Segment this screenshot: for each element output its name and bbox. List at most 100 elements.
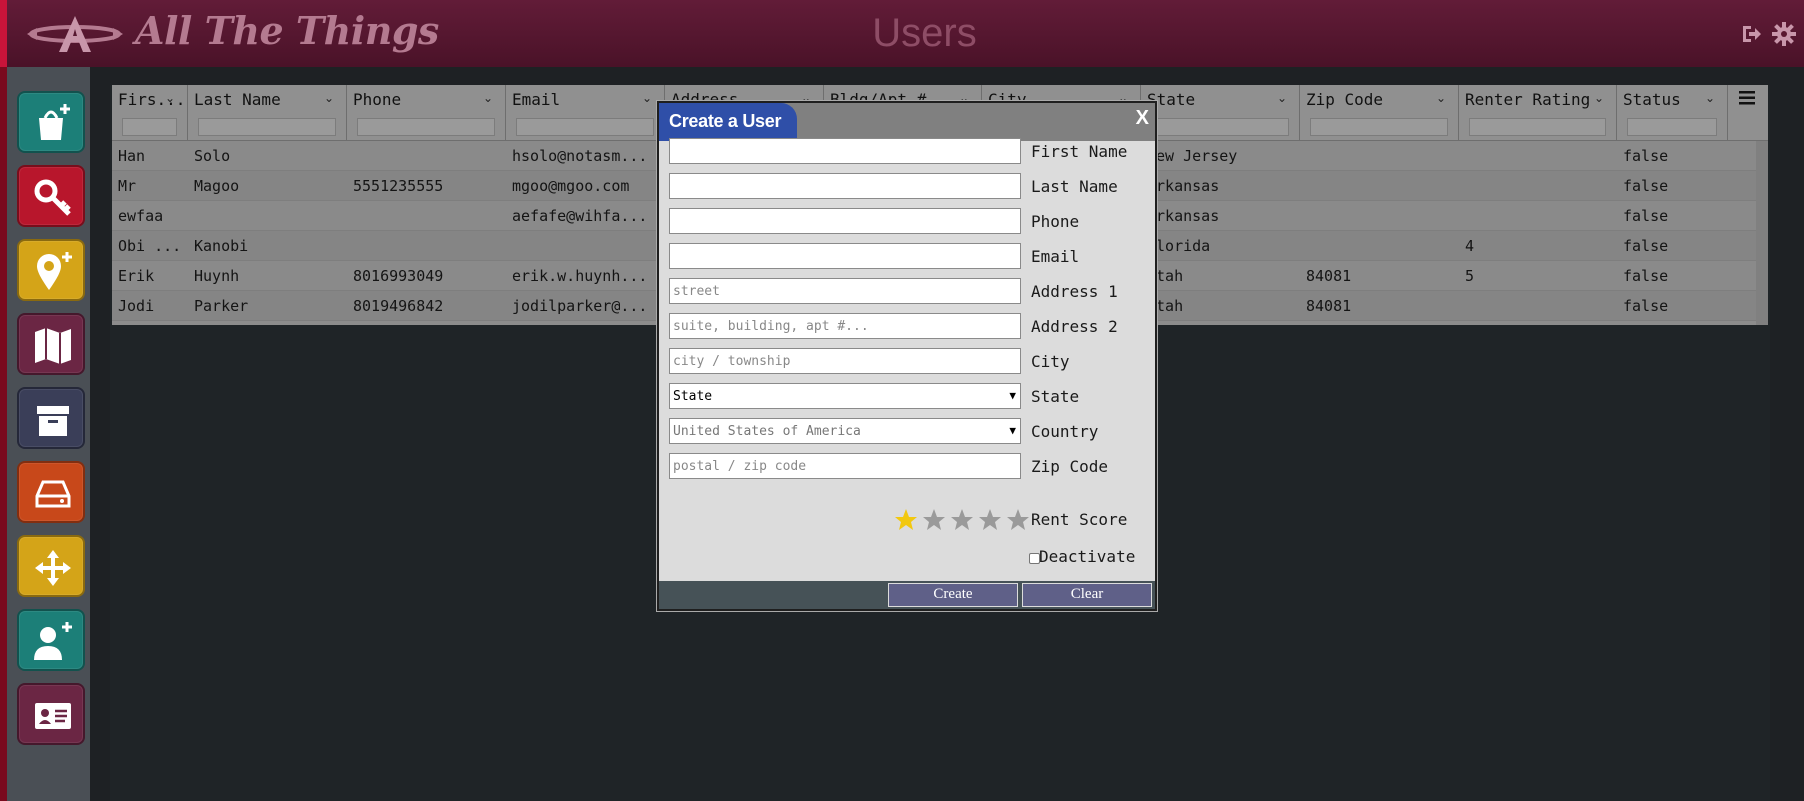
hamburger-menu-icon <box>1739 91 1755 105</box>
table-cell: Kanobi <box>194 237 249 255</box>
table-cell: Han <box>118 147 146 165</box>
table-cell: false <box>1623 237 1669 255</box>
column-header[interactable]: Email ⌄ <box>506 85 665 141</box>
country-select[interactable]: United States of America ▼ <box>669 418 1021 444</box>
address-1-label: Address 1 <box>1031 282 1118 301</box>
address-1-row: Address 1 <box>669 278 1149 304</box>
gear-icon[interactable] <box>1772 22 1796 46</box>
table-cell: Solo <box>194 147 231 165</box>
sort-caret-icon[interactable]: ⌄ <box>1594 91 1604 105</box>
create-button[interactable]: Create <box>888 583 1018 607</box>
zip-code-input[interactable] <box>669 453 1021 479</box>
state-selected-value: State <box>673 389 713 404</box>
column-header[interactable]: Zip Code ⌄ <box>1300 85 1459 141</box>
table-cell: false <box>1623 177 1669 195</box>
map-icon <box>35 328 71 364</box>
sort-caret-icon[interactable]: ⌄ <box>1705 91 1715 105</box>
key-icon <box>34 179 71 216</box>
sort-caret-icon[interactable]: ⌄ <box>165 91 175 105</box>
table-cell: Huynh <box>194 267 240 285</box>
column-filter-input[interactable] <box>198 118 336 136</box>
sidebar-item-id-card[interactable] <box>17 683 85 745</box>
close-button[interactable]: X <box>1136 107 1149 130</box>
last-name-input[interactable] <box>669 173 1021 199</box>
table-cell: mgoo@mgoo.com <box>512 177 630 195</box>
table-cell: 5551235555 <box>353 177 444 195</box>
column-filter-input[interactable] <box>1469 118 1606 136</box>
column-header[interactable]: Firs... ⌄ <box>112 85 188 141</box>
sidebar-item-archive[interactable] <box>17 387 85 449</box>
table-cell: 5 <box>1465 267 1475 285</box>
logout-icon[interactable] <box>1739 22 1763 46</box>
star-icon[interactable] <box>950 508 974 532</box>
address-1-input[interactable] <box>669 278 1021 304</box>
column-header[interactable]: Phone ⌄ <box>347 85 506 141</box>
column-header[interactable]: State ⌄ <box>1141 85 1300 141</box>
star-icon[interactable] <box>922 508 946 532</box>
grid-menu-button[interactable] <box>1728 85 1768 141</box>
state-select[interactable]: State ▼ <box>669 383 1021 409</box>
column-filter-input[interactable] <box>1627 118 1717 136</box>
sidebar-item-keys[interactable] <box>17 165 85 227</box>
table-cell: ewfaa <box>118 207 164 225</box>
deactivate-control[interactable]: Deactivate <box>1029 547 1136 566</box>
column-header[interactable]: Last Name ⌄ <box>188 85 347 141</box>
table-cell: Arkansas <box>1147 177 1220 195</box>
column-header-label: Phone <box>353 90 402 109</box>
sidebar-item-storage[interactable] <box>17 461 85 523</box>
column-filter-input[interactable] <box>1151 118 1289 136</box>
city-input[interactable] <box>669 348 1021 374</box>
clear-button[interactable]: Clear <box>1022 583 1152 607</box>
city-label: City <box>1031 352 1070 371</box>
table-cell: 8016993049 <box>353 267 444 285</box>
first-name-input[interactable] <box>669 138 1021 164</box>
last-name-row: Last Name <box>669 173 1149 199</box>
deactivate-label: Deactivate <box>1039 547 1136 566</box>
table-cell: Utah <box>1147 267 1184 285</box>
table-cell: 8019496842 <box>353 297 444 315</box>
column-header[interactable]: Renter Rating ⌄ <box>1459 85 1617 141</box>
table-cell: jodilparker@... <box>512 297 648 315</box>
sort-caret-icon[interactable]: ⌄ <box>483 91 493 105</box>
table-cell: false <box>1623 207 1669 225</box>
phone-input[interactable] <box>669 208 1021 234</box>
deactivate-checkbox[interactable] <box>1029 553 1040 564</box>
rent-score-label: Rent Score <box>1031 510 1128 529</box>
left-sidebar <box>0 67 90 801</box>
rent-score-stars[interactable] <box>894 508 1029 532</box>
column-header[interactable]: Status ⌄ <box>1617 85 1728 141</box>
zip-code-row: Zip Code <box>669 453 1149 479</box>
sidebar-item-add-location[interactable] <box>17 239 85 301</box>
sidebar-item-move[interactable] <box>17 535 85 597</box>
storage-drive-icon <box>35 480 71 508</box>
sidebar-item-add-product[interactable] <box>17 91 85 153</box>
column-filter-input[interactable] <box>122 118 177 136</box>
table-cell: 84081 <box>1306 267 1352 285</box>
sort-caret-icon[interactable]: ⌄ <box>1277 91 1287 105</box>
sidebar-item-map[interactable] <box>17 313 85 375</box>
star-icon[interactable] <box>1006 508 1030 532</box>
column-filter-input[interactable] <box>516 118 654 136</box>
address-2-input[interactable] <box>669 313 1021 339</box>
state-row: State ▼ State <box>669 383 1149 409</box>
sort-caret-icon[interactable]: ⌄ <box>1436 91 1446 105</box>
table-cell: Erik <box>118 267 155 285</box>
column-header-label: Firs... <box>118 90 186 109</box>
email-row: Email <box>669 243 1149 269</box>
column-filter-input[interactable] <box>1310 118 1448 136</box>
star-icon[interactable] <box>978 508 1002 532</box>
grid-scrollbar[interactable] <box>1756 141 1768 325</box>
table-cell: Utah <box>1147 297 1184 315</box>
star-icon[interactable] <box>894 508 918 532</box>
sort-caret-icon[interactable]: ⌄ <box>642 91 652 105</box>
table-cell: 4 <box>1465 237 1475 255</box>
column-filter-input[interactable] <box>357 118 495 136</box>
table-cell: Jodi <box>118 297 155 315</box>
table-cell: false <box>1623 267 1669 285</box>
table-cell: hsolo@notasm... <box>512 147 648 165</box>
address-2-row: Address 2 <box>669 313 1149 339</box>
dialog-footer: Create Clear <box>659 581 1155 609</box>
sidebar-item-add-user[interactable] <box>17 609 85 671</box>
sort-caret-icon[interactable]: ⌄ <box>324 91 334 105</box>
email-input[interactable] <box>669 243 1021 269</box>
